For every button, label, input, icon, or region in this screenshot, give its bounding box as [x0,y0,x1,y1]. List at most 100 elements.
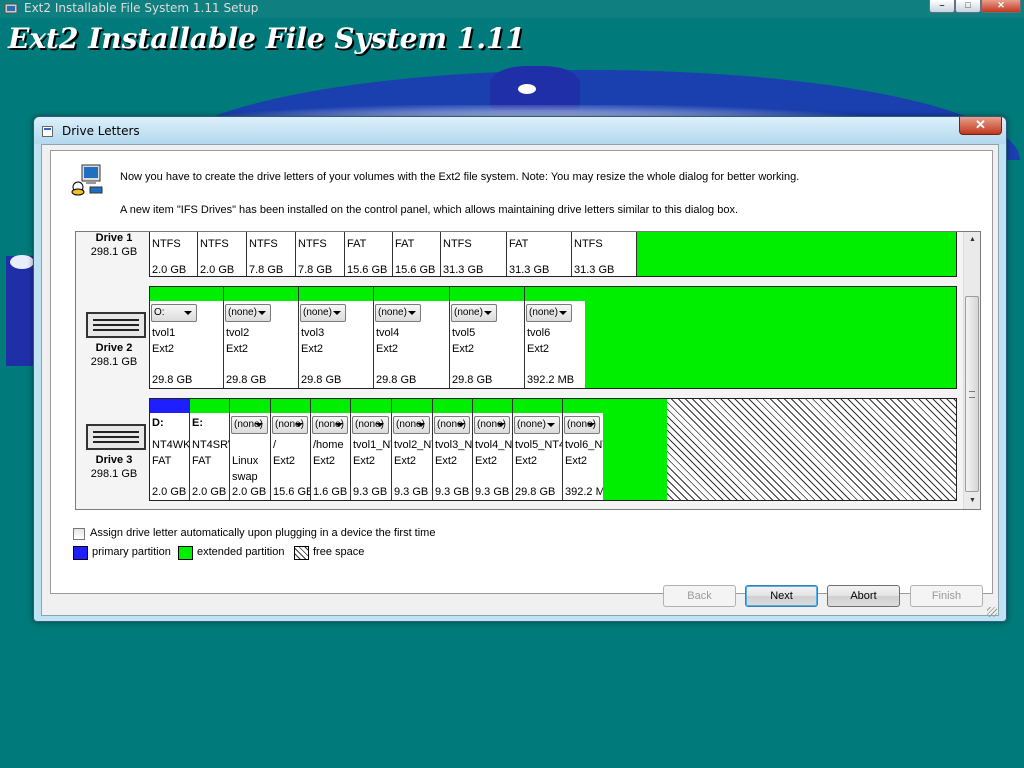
drive-2-partition-1[interactable]: O: tvol1 Ext2 29.8 GB [150,287,224,388]
drive-1-partition-5[interactable]: FAT 15.6 GB [345,232,393,276]
partition-size: 392.2 MB [565,486,603,498]
extended-stripe [374,287,449,301]
partition-size: 15.6 GB [347,264,388,276]
partition-label: tvol5 [452,327,476,339]
drive-3-partition-10[interactable]: (none) tvol6_NT Ext2 392.2 MB [563,399,603,500]
drive-list[interactable]: Drive 1 298.1 GB NTFS 2.0 GB NTFS 2.0 GB… [75,231,981,510]
drive-1-partition-4[interactable]: NTFS 7.8 GB [296,232,345,276]
drive-3-name: Drive 3 [95,454,133,466]
maximize-button[interactable]: □ [955,0,981,13]
setup-banner-title: Ext2 Installable File System 1.11 [8,22,525,55]
finish-button[interactable]: Finish [910,585,983,607]
drive-3-partition-4[interactable]: (none) /home Ext2 1.6 GB [311,399,351,500]
partition-size: 29.8 GB [226,374,267,386]
partition-size: 392.2 MB [527,374,575,386]
extended-stripe [473,399,512,413]
drive-letter-dropdown[interactable]: (none) [564,416,600,434]
drive-2-extended-space [585,287,956,388]
drive-1-partition-2[interactable]: NTFS 2.0 GB [198,232,247,276]
legend-primary-label: primary partition [92,546,171,558]
drive-3-partition-8[interactable]: (none) tvol4_NT Ext2 9.3 GB [473,399,513,500]
partition-fs: Ext2 [273,455,296,467]
drive-letter-dropdown[interactable]: (none) [514,416,560,434]
abort-button[interactable]: Abort [827,585,900,607]
partition-size: 29.8 GB [452,374,493,386]
scroll-thumb[interactable] [965,296,979,492]
drive-3-partition-7[interactable]: (none) tvol3_NT Ext2 9.3 GB [433,399,473,500]
extended-stripe [271,399,310,413]
intro-text-line2: A new item "IFS Drives" has been install… [120,204,738,216]
resize-grip-icon[interactable] [987,607,997,617]
dialog-close-button[interactable]: ✕ [959,117,1002,135]
drive-1-partition-8[interactable]: FAT 31.3 GB [507,232,572,276]
scroll-down-arrow-icon[interactable]: ▼ [964,493,980,509]
drive-2-partition-6[interactable]: (none) tvol6 Ext2 392.2 MB [525,287,585,388]
drive-letter-dropdown[interactable]: (none) [451,304,497,322]
partition-label: tvol4 [376,327,400,339]
partition-size: 9.3 GB [435,486,470,498]
drive-3-partition-3[interactable]: (none) / Ext2 15.6 GB [271,399,311,500]
drive-1-partition-1[interactable]: NTFS 2.0 GB [150,232,198,276]
partition-size: 31.3 GB [509,264,550,276]
drive-letter-dropdown[interactable]: (none) [434,416,470,434]
scroll-up-arrow-icon[interactable]: ▲ [964,232,980,248]
drive-1-partition-9[interactable]: NTFS 31.3 GB [572,232,637,276]
partition-size: 2.0 GB [192,486,227,498]
extended-stripe [563,399,603,413]
back-button[interactable]: Back [663,585,736,607]
drive-letter-dropdown[interactable]: (none) [312,416,348,434]
drive-1-partition-6[interactable]: FAT 15.6 GB [393,232,441,276]
drive-list-scrollbar[interactable]: ▲ ▼ [963,232,980,509]
auto-assign-checkbox[interactable] [73,528,85,540]
partition-fs: Ext2 [515,455,538,467]
drive-letter-dropdown[interactable]: O: [151,304,197,322]
extended-stripe [224,287,298,301]
partition-label: tvol5_NT4 [515,439,563,451]
drive-letter-dropdown[interactable]: (none) [474,416,510,434]
partition-size: 9.3 GB [475,486,510,498]
drive-letter-dropdown[interactable]: (none) [393,416,430,434]
drive-3-partition-1[interactable]: E: NT4SRV FAT 2.0 GB [190,399,230,500]
partition-size: 1.6 GB [313,486,348,498]
extended-stripe [450,287,524,301]
partition-size: 15.6 GB [395,264,436,276]
dialog-titlebar[interactable]: Drive Letters ✕ [34,117,1006,144]
partition-label: tvol1_NT [353,439,391,451]
drive-1-partition-3[interactable]: NTFS 7.8 GB [247,232,296,276]
drive-2-partition-4[interactable]: (none) tvol4 Ext2 29.8 GB [374,287,450,388]
legend-primary-swatch [73,546,88,560]
drive-letter-dropdown[interactable]: (none) [231,416,268,434]
drive-letter-dropdown[interactable]: (none) [375,304,421,322]
close-window-button[interactable]: ✕ [981,0,1021,13]
partition-fs: Ext2 [301,343,324,355]
partition-fs: Ext2 [452,343,475,355]
drive-letter-dropdown[interactable]: (none) [526,304,572,322]
legend-free-label: free space [313,546,365,558]
drive-3-extended-space [603,399,667,500]
drive-3-partition-2[interactable]: (none) Linux swap 2.0 GB [230,399,271,500]
drive-3-partition-9[interactable]: (none) tvol5_NT4 Ext2 29.8 GB [513,399,563,500]
partition-drive-letter: E: [192,417,203,429]
drive-3-partition-5[interactable]: (none) tvol1_NT Ext2 9.3 GB [351,399,392,500]
partition-fs: Ext2 [475,455,498,467]
drive-letter-dropdown[interactable]: (none) [272,416,308,434]
partition-label: tvol2 [226,327,250,339]
drive-2-partition-3[interactable]: (none) tvol3 Ext2 29.8 GB [299,287,374,388]
drive-letter-dropdown[interactable]: (none) [225,304,271,322]
drive-letter-dropdown[interactable]: (none) [352,416,389,434]
partition-fs: NTFS [298,238,327,250]
partition-fs: NTFS [200,238,229,250]
drive-3-primary-partition[interactable]: D: NT4WKS FAT 2.0 GB [150,399,190,500]
auto-assign-label[interactable]: Assign drive letter automatically upon p… [90,527,435,539]
partition-label: NT4WKS [152,439,190,451]
minimize-button[interactable]: – [929,0,955,13]
drive-1-partition-7[interactable]: NTFS 31.3 GB [441,232,507,276]
drive-3-partition-6[interactable]: (none) tvol2_NT Ext2 9.3 GB [392,399,433,500]
partition-size: 15.6 GB [273,486,311,498]
partition-fs: NTFS [574,238,603,250]
next-button[interactable]: Next [745,585,818,607]
drive-letter-dropdown[interactable]: (none) [300,304,346,322]
drive-2-partition-5[interactable]: (none) tvol5 Ext2 29.8 GB [450,287,525,388]
partition-fs: NTFS [249,238,278,250]
drive-2-partition-2[interactable]: (none) tvol2 Ext2 29.8 GB [224,287,299,388]
